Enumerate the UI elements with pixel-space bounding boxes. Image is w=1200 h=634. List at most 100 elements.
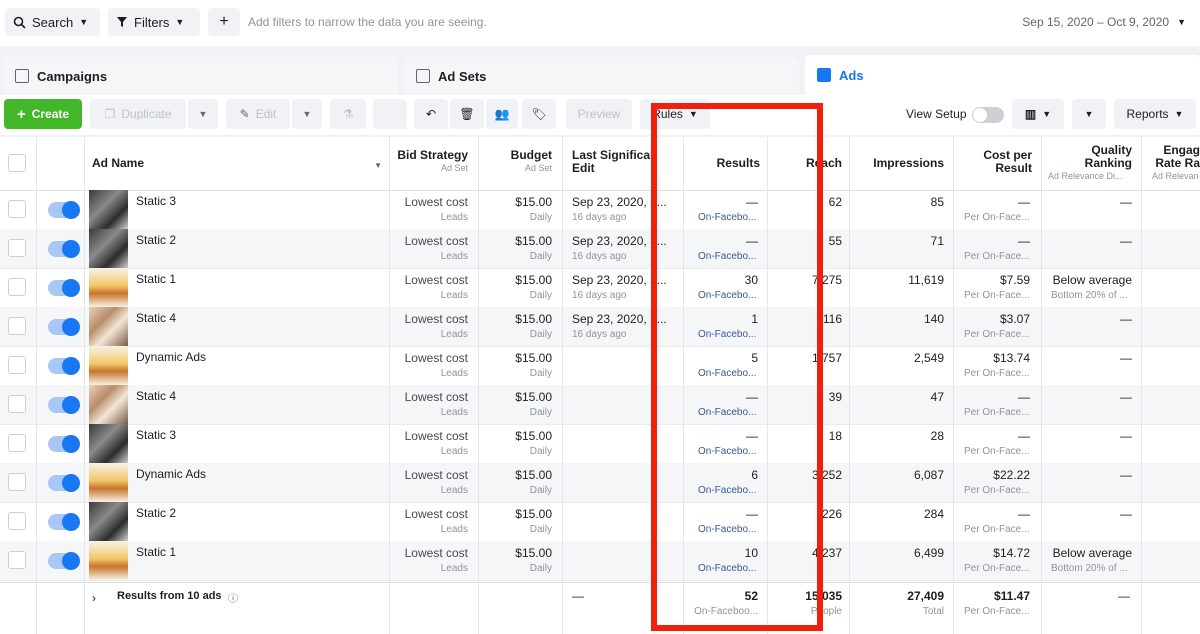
add-filter-button[interactable]: + [208,8,240,36]
ad-name[interactable]: Static 3 [136,428,176,442]
ad-status-toggle[interactable] [48,435,80,453]
ad-status-toggle[interactable] [48,279,80,297]
ad-thumbnail[interactable] [89,346,128,385]
duplicate-dropdown[interactable]: ▼ [188,99,218,129]
ad-status-toggle[interactable] [48,357,80,375]
budget[interactable]: $15.00 [484,351,552,365]
search-button[interactable]: Search ▼ [5,8,100,36]
column-budget[interactable]: Budget Ad Set [480,137,558,190]
ad-status-toggle[interactable] [48,201,80,219]
breakdown-button[interactable]: ▼ [1072,99,1106,129]
create-button[interactable]: + Create [4,99,82,129]
budget[interactable]: $15.00 [484,546,552,560]
audience-button[interactable]: 👥 [486,99,518,129]
column-ad-name[interactable]: Ad Name ▼ [86,137,388,190]
tab-ads[interactable]: Ads [805,55,1200,95]
edit-button[interactable]: ✎ Edit [226,99,290,129]
columns-button[interactable]: ▥ ▼ [1012,99,1064,129]
impressions: 85 [930,195,944,209]
ab-test-button[interactable]: ⚗ [330,99,366,129]
blank-button[interactable] [373,99,407,129]
ad-thumbnail[interactable] [89,268,128,307]
table-row[interactable]: Dynamic Ads Lowest cost Leads $15.00 Daily 6 O… [0,463,1200,503]
tab-campaigns[interactable]: Campaigns [3,57,398,95]
budget[interactable]: $15.00 [484,312,552,326]
budget[interactable]: $15.00 [484,468,552,482]
bid-strategy: Lowest cost [404,546,468,560]
table-row[interactable]: Static 1 Lowest cost Leads $15.00 Daily 10 On-… [0,541,1200,581]
filters-button[interactable]: Filters ▼ [108,8,200,36]
ad-name[interactable]: Static 2 [136,506,176,520]
row-checkbox[interactable] [8,200,26,218]
select-all-checkbox[interactable] [8,154,26,172]
info-icon[interactable]: ⓘ [228,590,238,605]
delete-button[interactable]: 🗑 [450,99,484,129]
ad-status-toggle[interactable] [48,552,80,570]
column-quality-ranking[interactable]: Quality Ranking Ad Relevance Di... [1042,137,1138,190]
ad-thumbnail[interactable] [89,502,128,541]
ad-name[interactable]: Static 1 [136,545,176,559]
budget[interactable]: $15.00 [484,507,552,521]
column-divider [389,137,390,634]
budget[interactable]: $15.00 [484,390,552,404]
undo-button[interactable]: ↶ [414,99,448,129]
ad-status-toggle[interactable] [48,474,80,492]
preview-button[interactable]: Preview [566,99,632,129]
table-row[interactable]: Static 3 Lowest cost Leads $15.00 Daily Sep 2… [0,190,1200,230]
tag-button[interactable]: 🏷 [522,99,556,129]
budget[interactable]: $15.00 [484,429,552,443]
tab-ad-sets[interactable]: Ad Sets [404,57,799,95]
row-checkbox[interactable] [8,473,26,491]
ad-name[interactable]: Static 4 [136,389,176,403]
ad-name[interactable]: Static 3 [136,194,176,208]
row-checkbox[interactable] [8,512,26,530]
ad-thumbnail[interactable] [89,229,128,268]
duplicate-button[interactable]: ❐ Duplicate [90,99,186,129]
column-bid-strategy[interactable]: Bid Strategy Ad Set [390,137,474,190]
ad-name[interactable]: Static 1 [136,272,176,286]
ad-name[interactable]: Dynamic Ads [136,350,206,364]
table-row[interactable]: Static 3 Lowest cost Leads $15.00 Daily — On-F… [0,424,1200,464]
ad-status-toggle[interactable] [48,240,80,258]
view-setup-toggle[interactable] [972,107,1004,123]
ad-thumbnail[interactable] [89,463,128,502]
ad-thumbnail[interactable] [89,190,128,229]
row-checkbox[interactable] [8,356,26,374]
table-row[interactable]: Static 4 Lowest cost Leads $15.00 Daily Sep 2… [0,307,1200,347]
table-row[interactable]: Static 4 Lowest cost Leads $15.00 Daily — On-F… [0,385,1200,425]
toggle-knob [973,108,987,122]
table-row[interactable]: Dynamic Ads Lowest cost Leads $15.00 Daily 5 O… [0,346,1200,386]
ad-thumbnail[interactable] [89,424,128,463]
edit-dropdown[interactable]: ▼ [292,99,322,129]
column-impressions[interactable]: Impressions [850,137,950,190]
ad-status-toggle[interactable] [48,513,80,531]
date-range-picker[interactable]: Sep 15, 2020 – Oct 9, 2020 ▼ [1022,15,1186,29]
column-cost-per-result[interactable]: Cost per Result [954,137,1038,190]
ad-thumbnail[interactable] [89,307,128,346]
table-row[interactable]: Static 1 Lowest cost Leads $15.00 Daily Sep 2… [0,268,1200,308]
summary-impressions-sub: Total [922,606,944,617]
ad-thumbnail[interactable] [89,541,128,580]
ad-name[interactable]: Dynamic Ads [136,467,206,481]
ad-status-toggle[interactable] [48,396,80,414]
quality-ranking-sub: Bottom 20% of ... [1051,290,1128,301]
table-row[interactable]: Static 2 Lowest cost Leads $15.00 Daily — On-F… [0,502,1200,542]
expand-chevron-icon[interactable]: › [92,591,96,605]
row-checkbox[interactable] [8,239,26,257]
budget[interactable]: $15.00 [484,195,552,209]
table-row[interactable]: Static 2 Lowest cost Leads $15.00 Daily Sep 2… [0,229,1200,269]
ad-thumbnail[interactable] [89,385,128,424]
row-checkbox[interactable] [8,551,26,569]
budget[interactable]: $15.00 [484,273,552,287]
budget[interactable]: $15.00 [484,234,552,248]
row-checkbox[interactable] [8,395,26,413]
ad-name[interactable]: Static 4 [136,311,176,325]
row-checkbox[interactable] [8,434,26,452]
ad-name[interactable]: Static 2 [136,233,176,247]
ad-status-toggle[interactable] [48,318,80,336]
row-checkbox[interactable] [8,317,26,335]
column-engagement-rate[interactable]: Engag Rate Ra Ad Relevan [1146,137,1200,190]
reports-button[interactable]: Reports ▼ [1114,99,1196,129]
row-checkbox[interactable] [8,278,26,296]
budget-sub: Daily [529,329,552,340]
